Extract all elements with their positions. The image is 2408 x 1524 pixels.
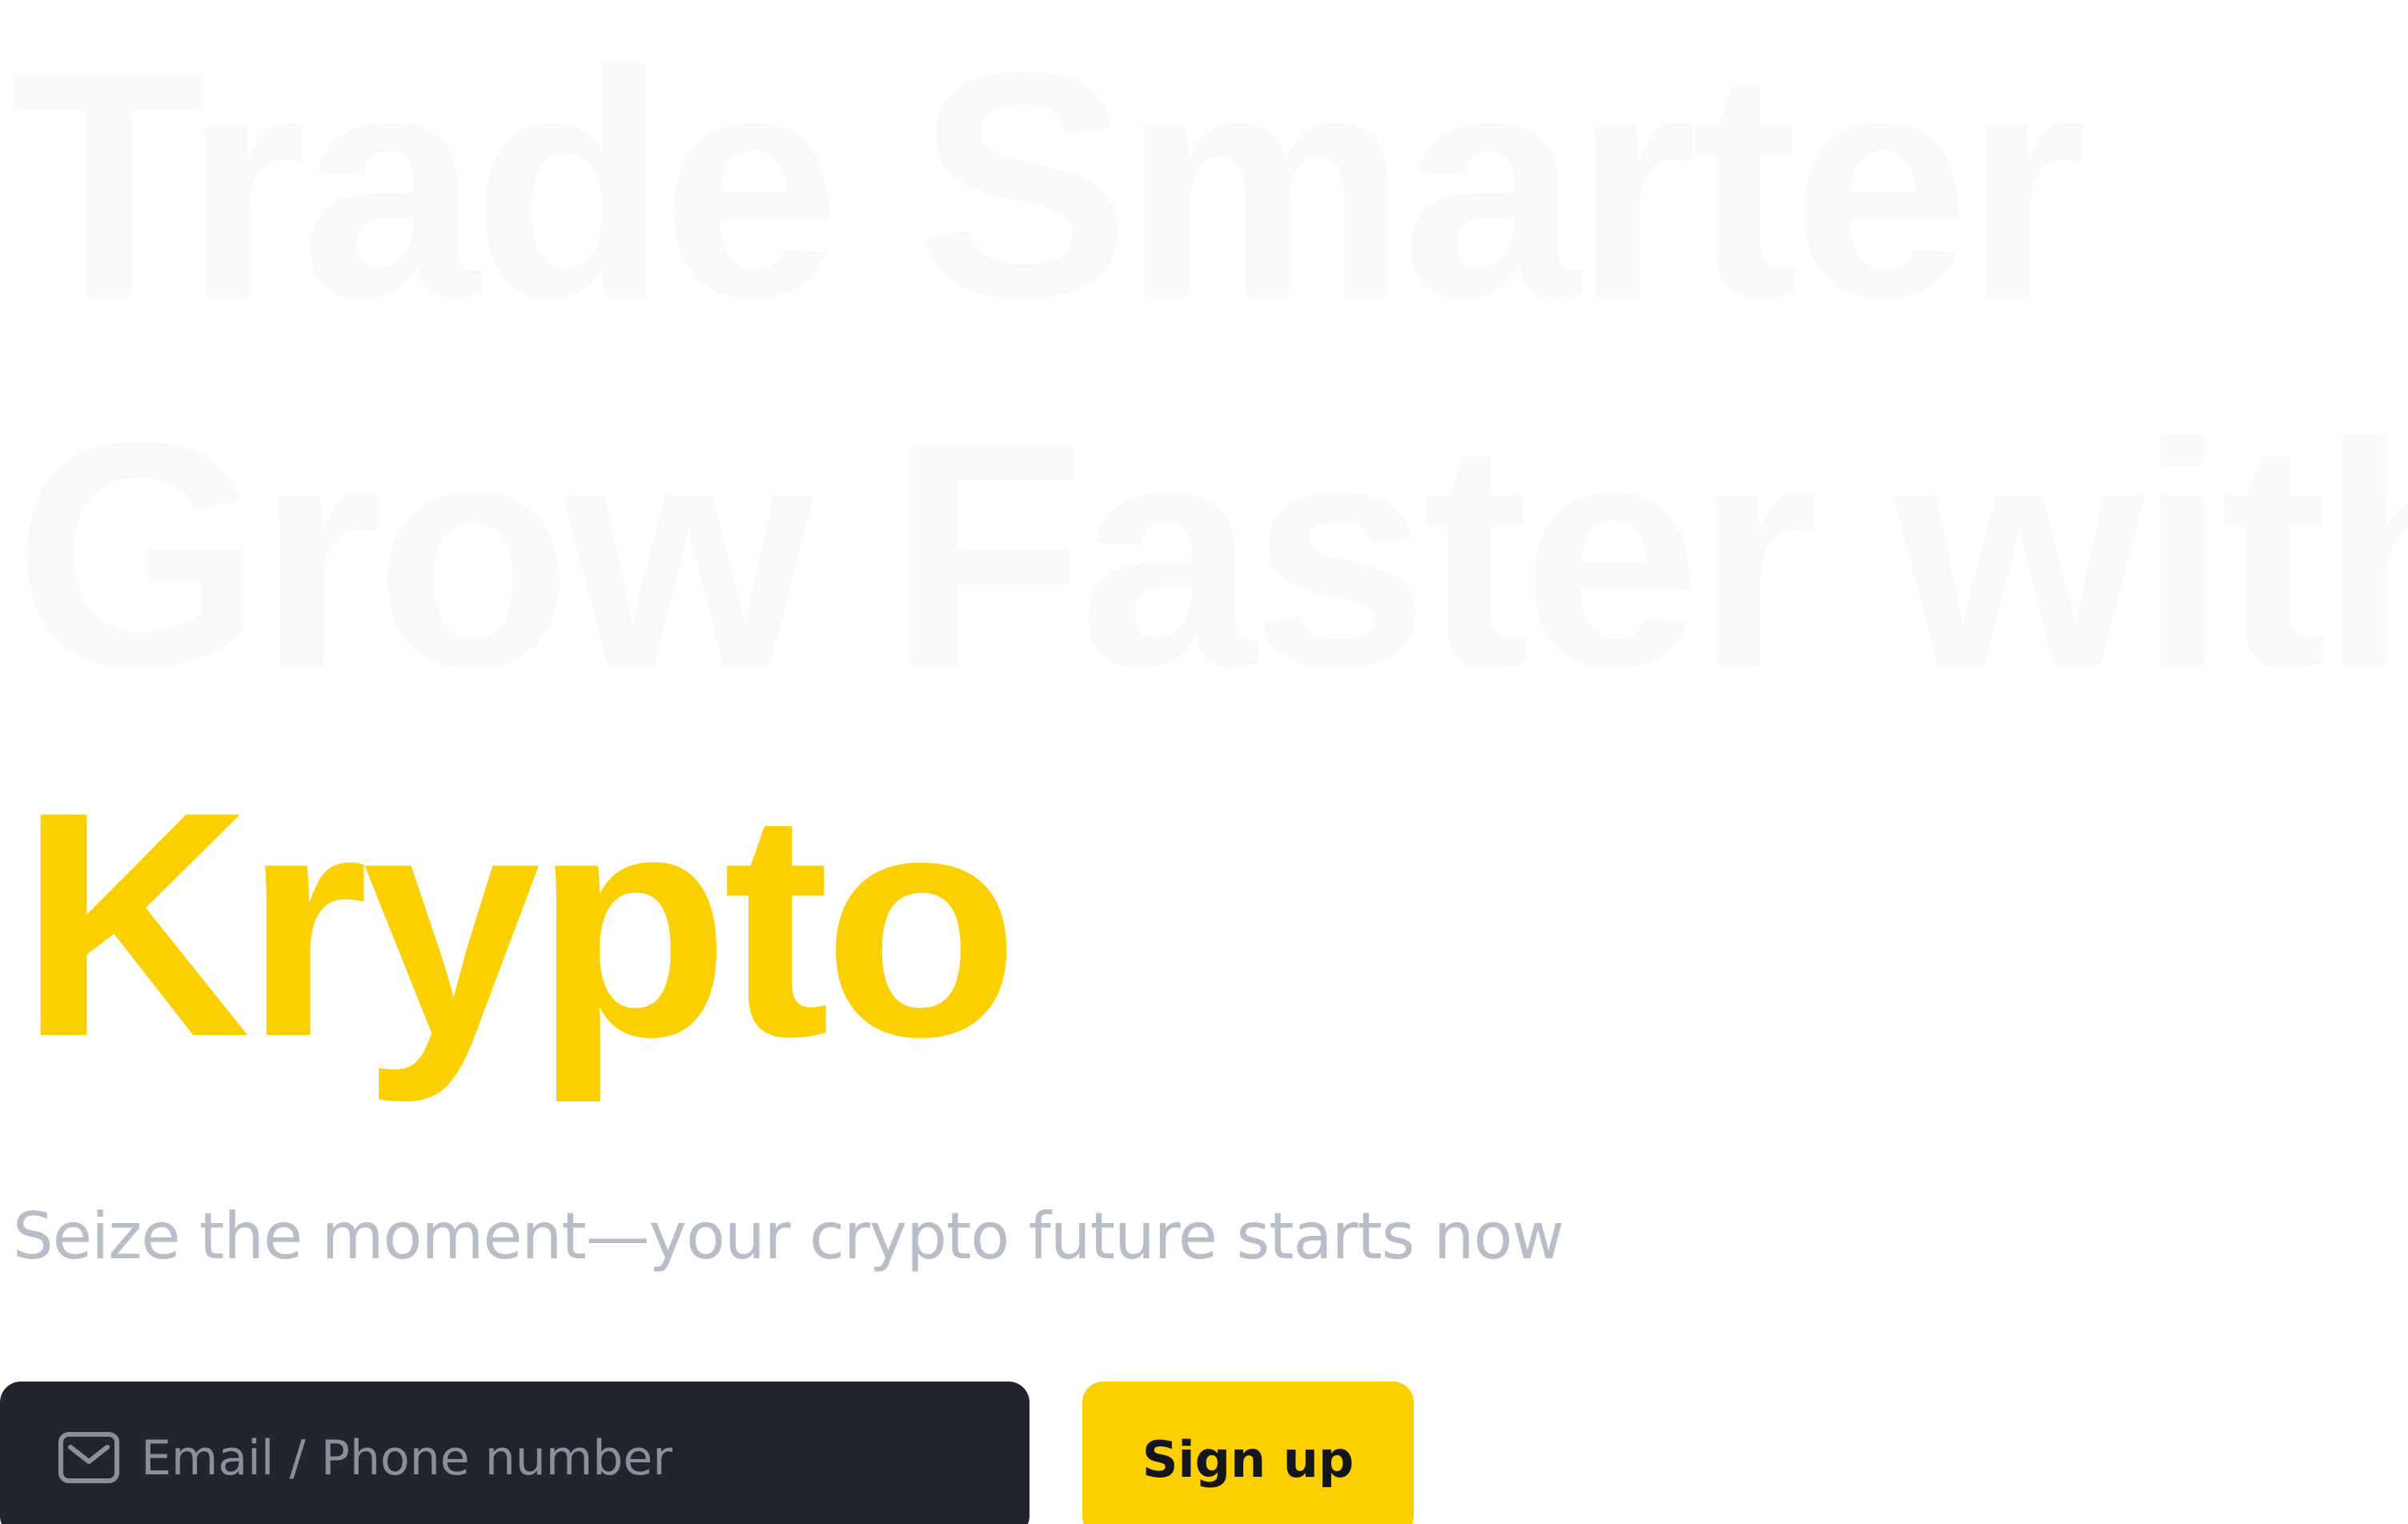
email-phone-input[interactable] — [141, 1414, 989, 1503]
email-field-container[interactable] — [0, 1382, 1029, 1524]
headline-brand: Krypto — [19, 745, 1019, 1103]
sign-up-button[interactable]: Sign up — [1082, 1382, 1414, 1524]
mail-icon — [58, 1431, 120, 1484]
hero-headline: Trade Smarter Grow Faster with Krypto — [0, 0, 2408, 1109]
hero-subtitle: Seize the moment—your crypto future star… — [13, 1199, 1564, 1273]
hero-section: Trade Smarter Grow Faster with Krypto Se… — [0, 0, 2408, 1524]
signup-form: Sign up — [0, 1382, 1425, 1524]
headline-line-1: Trade Smarter — [11, 6, 2088, 363]
headline-line-2: Grow Faster with — [14, 375, 2408, 733]
